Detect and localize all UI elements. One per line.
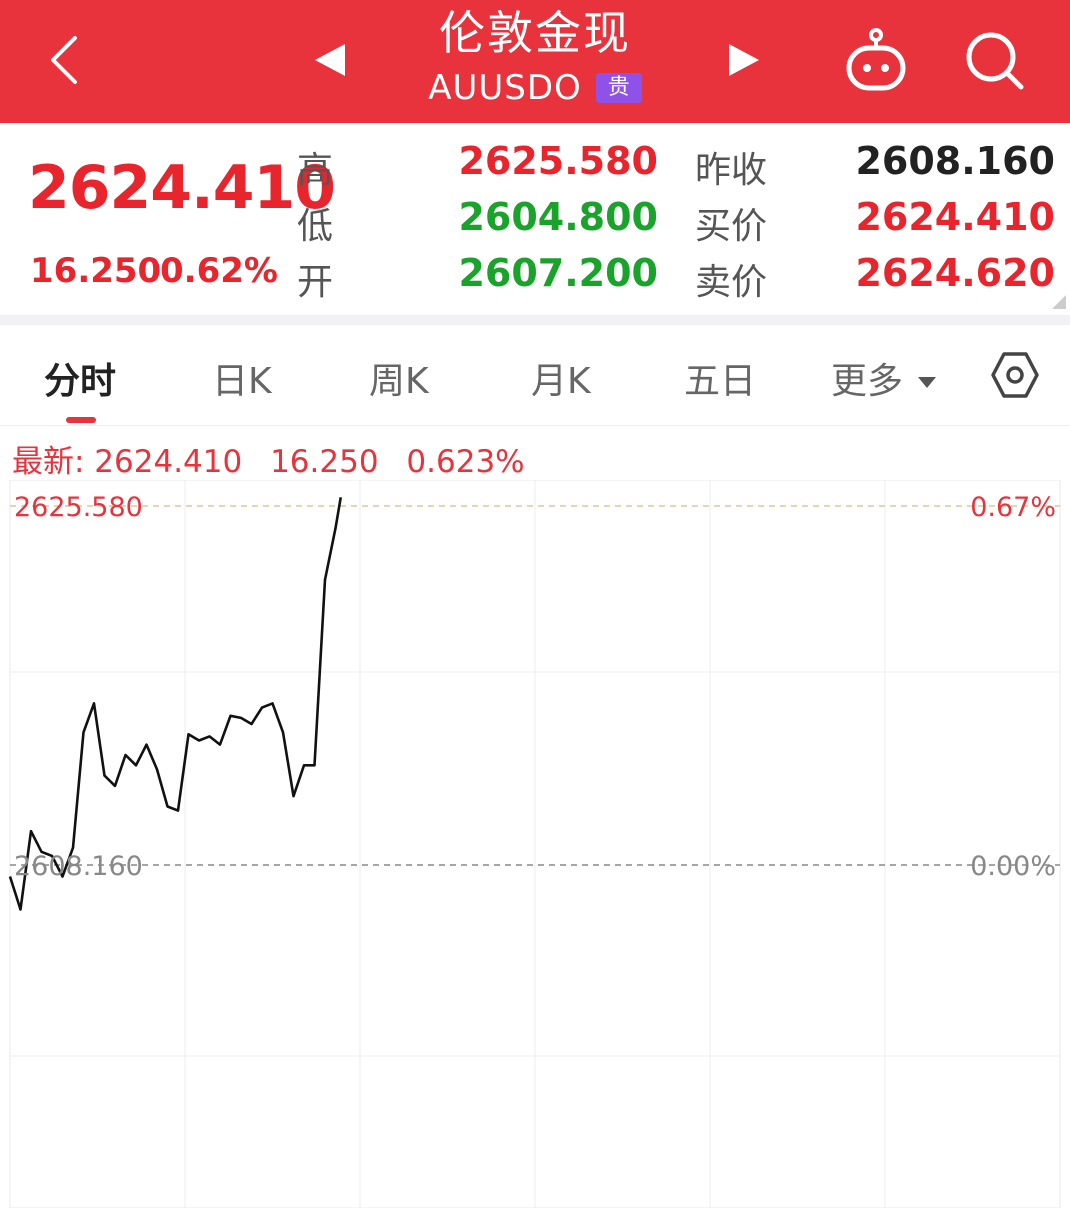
page-title: 伦敦金现 bbox=[439, 6, 631, 60]
search-button[interactable] bbox=[955, 22, 1035, 100]
latest-quote-line: 最新: 2624.410 16.250 0.623% bbox=[12, 436, 543, 481]
next-icon bbox=[729, 44, 759, 76]
chart-period-tabs: 分时 日K 周K 月K 五日 更多 bbox=[0, 325, 1070, 426]
bid-value: 2624.410 bbox=[855, 195, 1055, 239]
y-tick-label-left: 2625.580 bbox=[14, 492, 143, 523]
tab-more-label: 更多 bbox=[831, 361, 904, 402]
bid-label: 买价 bbox=[695, 206, 768, 247]
price-line bbox=[8, 497, 343, 911]
current-price: 2624.410 bbox=[28, 153, 336, 223]
back-icon bbox=[51, 36, 77, 84]
prev-close-label: 昨收 bbox=[695, 150, 768, 191]
price-change: 16.250 bbox=[30, 251, 162, 291]
robot-assistant-button[interactable] bbox=[836, 22, 916, 100]
price-change-percent: 0.62% bbox=[160, 251, 278, 291]
top-bar: 伦敦金现 AUUSDO 贵 bbox=[0, 0, 1070, 123]
open-label: 开 bbox=[297, 262, 334, 303]
high-value: 2625.580 bbox=[458, 139, 658, 183]
open-value: 2607.200 bbox=[458, 251, 658, 295]
tab-weekly-k[interactable]: 周K bbox=[369, 352, 429, 404]
robot-icon bbox=[846, 28, 906, 91]
intraday-price-chart[interactable]: 2625.580 0.67% 2608.160 0.00% bbox=[0, 480, 1070, 1208]
y-tick-label-right: 0.67% bbox=[970, 492, 1056, 523]
dropdown-arrow-icon bbox=[918, 377, 937, 388]
prev-close-value: 2608.160 bbox=[855, 139, 1055, 183]
section-divider bbox=[0, 315, 1070, 325]
ask-label: 卖价 bbox=[695, 262, 768, 303]
search-icon bbox=[966, 32, 1024, 90]
active-tab-indicator bbox=[66, 417, 96, 423]
low-value: 2604.800 bbox=[458, 195, 658, 239]
tab-daily-k[interactable]: 日K bbox=[212, 352, 272, 404]
tab-five-day[interactable]: 五日 bbox=[684, 352, 756, 404]
latest-change-percent: 0.623% bbox=[406, 444, 525, 480]
back-button[interactable] bbox=[30, 20, 100, 100]
next-instrument-button[interactable] bbox=[714, 35, 774, 85]
previous-instrument-button[interactable] bbox=[300, 35, 360, 85]
title-block: 伦敦金现 AUUSDO 贵 bbox=[385, 4, 685, 108]
settings-hex-icon bbox=[991, 352, 1039, 398]
tab-more[interactable]: 更多 bbox=[831, 352, 937, 404]
latest-price: 最新: 2624.410 bbox=[12, 444, 243, 480]
instrument-symbol: AUUSDO bbox=[428, 68, 582, 108]
ask-value: 2624.620 bbox=[855, 251, 1055, 295]
prev-icon bbox=[315, 44, 345, 76]
chart-settings-button[interactable] bbox=[985, 345, 1045, 405]
y-tick-label-right: 0.00% bbox=[970, 851, 1056, 882]
quote-panel: 2624.410 16.250 0.62% 高 低 开 2625.580 260… bbox=[0, 123, 1070, 315]
tab-intraday[interactable]: 分时 bbox=[44, 352, 116, 404]
low-label: 低 bbox=[297, 206, 334, 247]
y-tick-label-left: 2608.160 bbox=[14, 851, 143, 882]
tab-monthly-k[interactable]: 月K bbox=[531, 352, 591, 404]
latest-change: 16.250 bbox=[270, 444, 379, 480]
high-label: 高 bbox=[297, 150, 334, 191]
resize-corner-icon bbox=[1052, 295, 1066, 309]
category-badge: 贵 bbox=[595, 73, 642, 103]
